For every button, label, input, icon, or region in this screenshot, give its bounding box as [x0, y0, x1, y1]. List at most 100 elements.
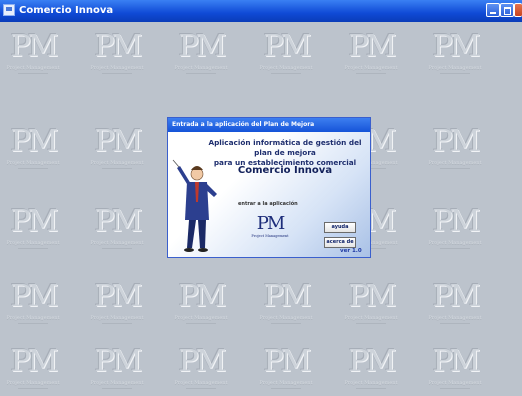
background-pm-logo: PMProject Management [0, 280, 68, 324]
background-logo-text: PM [263, 344, 312, 379]
background-logo-subtext: Project Management [90, 65, 144, 71]
background-logo-text: PM [10, 204, 59, 239]
background-pm-logo: PMProject Management [0, 125, 68, 169]
background-logo-divider [18, 388, 48, 389]
background-logo-text: PM [178, 279, 227, 314]
background-logo-subtext: Project Management [428, 65, 482, 71]
background-logo-divider [102, 168, 132, 169]
background-logo-divider [102, 248, 132, 249]
dialog-title: Entrada a la aplicación del Plan de Mejo… [172, 121, 315, 128]
help-button[interactable]: ayuda [324, 222, 356, 233]
close-button[interactable] [514, 3, 522, 17]
background-logo-text: PM [94, 29, 143, 64]
background-logo-subtext: Project Management [174, 380, 228, 386]
background-logo-subtext: Project Management [344, 315, 398, 321]
background-pm-logo: PMProject Management [420, 280, 490, 324]
background-logo-text: PM [432, 344, 481, 379]
minimize-button[interactable] [486, 3, 500, 17]
background-pm-logo: PMProject Management [420, 205, 490, 249]
background-logo-text: PM [263, 29, 312, 64]
background-logo-divider [271, 323, 301, 324]
dialog-logo-text: PM [256, 213, 286, 234]
dialog-pm-logo: PM Project Management [250, 214, 290, 239]
background-logo-text: PM [432, 204, 481, 239]
background-logo-divider [186, 73, 216, 74]
background-logo-text: PM [432, 124, 481, 159]
background-pm-logo: PMProject Management [420, 125, 490, 169]
background-logo-divider [186, 323, 216, 324]
background-logo-subtext: Project Management [174, 315, 228, 321]
background-logo-text: PM [10, 279, 59, 314]
background-logo-subtext: Project Management [6, 315, 60, 321]
background-pm-logo: PMProject Management [251, 345, 321, 389]
window-title: Comercio Innova [19, 5, 114, 16]
background-logo-text: PM [263, 279, 312, 314]
background-logo-divider [18, 73, 48, 74]
background-logo-subtext: Project Management [428, 315, 482, 321]
background-pm-logo: PMProject Management [251, 280, 321, 324]
dialog-body: Aplicación informática de gestión del pl… [168, 132, 370, 257]
app-icon[interactable] [3, 4, 15, 16]
background-logo-divider [102, 73, 132, 74]
background-logo-divider [440, 323, 470, 324]
background-pm-logo: PMProject Management [166, 280, 236, 324]
background-pm-logo: PMProject Management [0, 205, 68, 249]
background-logo-subtext: Project Management [428, 240, 482, 246]
background-pm-logo: PMProject Management [82, 30, 152, 74]
background-logo-subtext: Project Management [174, 65, 228, 71]
background-logo-subtext: Project Management [90, 240, 144, 246]
background-logo-divider [18, 323, 48, 324]
background-logo-divider [102, 388, 132, 389]
background-logo-text: PM [348, 279, 397, 314]
background-pm-logo: PMProject Management [336, 280, 406, 324]
background-pm-logo: PMProject Management [336, 345, 406, 389]
background-logo-subtext: Project Management [90, 160, 144, 166]
background-logo-divider [102, 323, 132, 324]
version-label: ver 1.0 [340, 248, 362, 254]
background-logo-text: PM [10, 29, 59, 64]
background-logo-text: PM [432, 29, 481, 64]
background-logo-subtext: Project Management [6, 65, 60, 71]
background-logo-subtext: Project Management [259, 315, 313, 321]
background-logo-text: PM [94, 204, 143, 239]
background-pm-logo: PMProject Management [82, 125, 152, 169]
background-logo-divider [440, 248, 470, 249]
background-logo-text: PM [10, 124, 59, 159]
background-logo-divider [356, 73, 386, 74]
background-logo-subtext: Project Management [90, 380, 144, 386]
background-logo-text: PM [178, 29, 227, 64]
background-logo-subtext: Project Management [428, 160, 482, 166]
background-logo-subtext: Project Management [428, 380, 482, 386]
background-logo-divider [440, 73, 470, 74]
background-logo-text: PM [178, 344, 227, 379]
background-logo-divider [18, 168, 48, 169]
background-logo-divider [271, 388, 301, 389]
background-logo-divider [356, 388, 386, 389]
background-logo-text: PM [10, 344, 59, 379]
background-logo-text: PM [94, 344, 143, 379]
background-logo-divider [440, 388, 470, 389]
maximize-button[interactable] [500, 3, 514, 17]
background-pm-logo: PMProject Management [251, 30, 321, 74]
background-pm-logo: PMProject Management [166, 345, 236, 389]
background-pm-logo: PMProject Management [420, 30, 490, 74]
background-pm-logo: PMProject Management [82, 205, 152, 249]
background-pm-logo: PMProject Management [166, 30, 236, 74]
background-logo-divider [440, 168, 470, 169]
background-logo-subtext: Project Management [259, 65, 313, 71]
background-logo-subtext: Project Management [259, 380, 313, 386]
background-logo-divider [18, 248, 48, 249]
subtitle-line-1: Aplicación informática de gestión del pl… [208, 138, 362, 157]
background-logo-text: PM [432, 279, 481, 314]
background-pm-logo: PMProject Management [0, 345, 68, 389]
enter-application-link[interactable]: entrar a la aplicación [238, 200, 298, 208]
background-logo-text: PM [348, 29, 397, 64]
main-titlebar[interactable]: Comercio Innova [0, 0, 522, 22]
background-pm-logo: PMProject Management [82, 345, 152, 389]
background-pm-logo: PMProject Management [336, 30, 406, 74]
background-logo-subtext: Project Management [90, 315, 144, 321]
background-logo-text: PM [94, 279, 143, 314]
dialog-titlebar[interactable]: Entrada a la aplicación del Plan de Mejo… [168, 118, 370, 132]
background-logo-divider [271, 73, 301, 74]
dialog-logo-subtext: Project Management [251, 234, 289, 238]
